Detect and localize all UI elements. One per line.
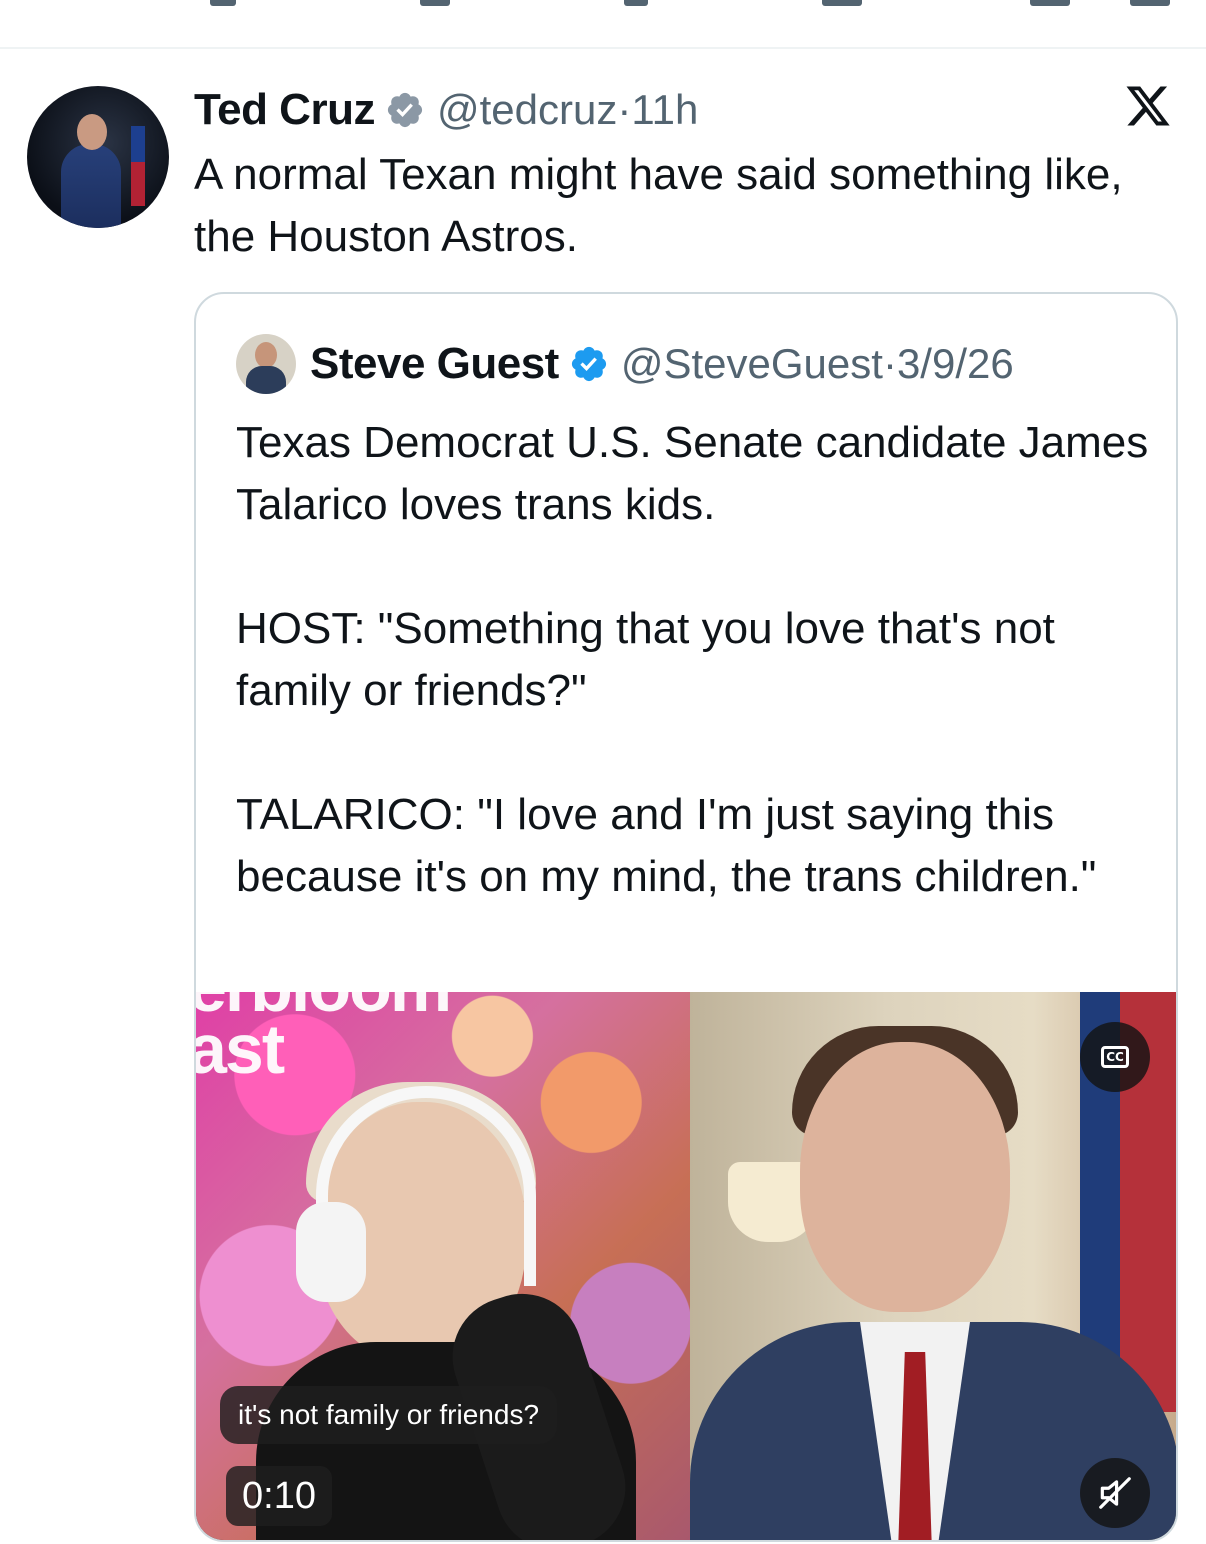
action-icon-stub[interactable] <box>1030 0 1070 6</box>
tweet-header: Ted Cruz @tedcruz · 11h <box>194 84 698 136</box>
video-timestamp: 0:10 <box>226 1466 332 1526</box>
video-caption: it's not family or friends? <box>220 1386 558 1444</box>
author-handle[interactable]: @tedcruz <box>437 86 617 134</box>
quoted-author-avatar[interactable] <box>236 334 296 394</box>
quoted-author-name[interactable]: Steve Guest <box>310 339 559 389</box>
headphone-cup <box>296 1202 366 1302</box>
avatar-figure-body <box>61 144 121 228</box>
action-icon-stub[interactable] <box>1130 0 1170 6</box>
muted-speaker-icon <box>1099 1477 1131 1509</box>
quoted-tweet-date[interactable]: 3/9/26 <box>897 340 1014 388</box>
mute-button[interactable] <box>1080 1458 1150 1528</box>
separator-dot: · <box>617 86 632 133</box>
quoted-avatar-head <box>255 342 277 368</box>
video-left-panel: erbloom ast <box>196 992 690 1540</box>
tweet-time[interactable]: 11h <box>631 86 698 134</box>
separator-dot: · <box>882 340 897 387</box>
avatar-flag <box>131 126 145 206</box>
closed-captions-icon: CC <box>1101 1046 1129 1068</box>
action-icon-stub[interactable] <box>210 0 236 6</box>
quoted-avatar-body <box>246 366 286 394</box>
quoted-author-handle[interactable]: @SteveGuest <box>621 340 883 388</box>
x-logo-icon <box>1126 86 1170 126</box>
verified-badge-icon[interactable] <box>385 90 425 130</box>
verified-badge-icon[interactable] <box>569 344 609 384</box>
quoted-tweet-text: Texas Democrat U.S. Senate candidate Jam… <box>236 418 1149 901</box>
previous-tweet-action-bar <box>0 0 1206 48</box>
quoted-tweet-header: Steve Guest @SteveGuest · 3/9/26 <box>236 334 1014 394</box>
author-avatar[interactable] <box>27 86 169 228</box>
action-icon-stub[interactable] <box>624 0 648 6</box>
action-icon-stub[interactable] <box>420 0 450 6</box>
video-overlay-text: erbloom ast <box>196 992 452 1088</box>
author-name[interactable]: Ted Cruz <box>194 85 375 135</box>
action-icon-stub[interactable] <box>822 0 862 6</box>
guest-face <box>800 1042 1010 1312</box>
tweet-text: A normal Texan might have said something… <box>194 150 1123 261</box>
avatar-figure-head <box>77 114 107 150</box>
quoted-tweet-card[interactable]: Steve Guest @SteveGuest · 3/9/26 Texas D… <box>194 292 1178 1542</box>
closed-captions-button[interactable]: CC <box>1080 1022 1150 1092</box>
video-player[interactable]: erbloom ast CC it's not family or friend… <box>196 992 1176 1540</box>
divider <box>0 47 1206 49</box>
